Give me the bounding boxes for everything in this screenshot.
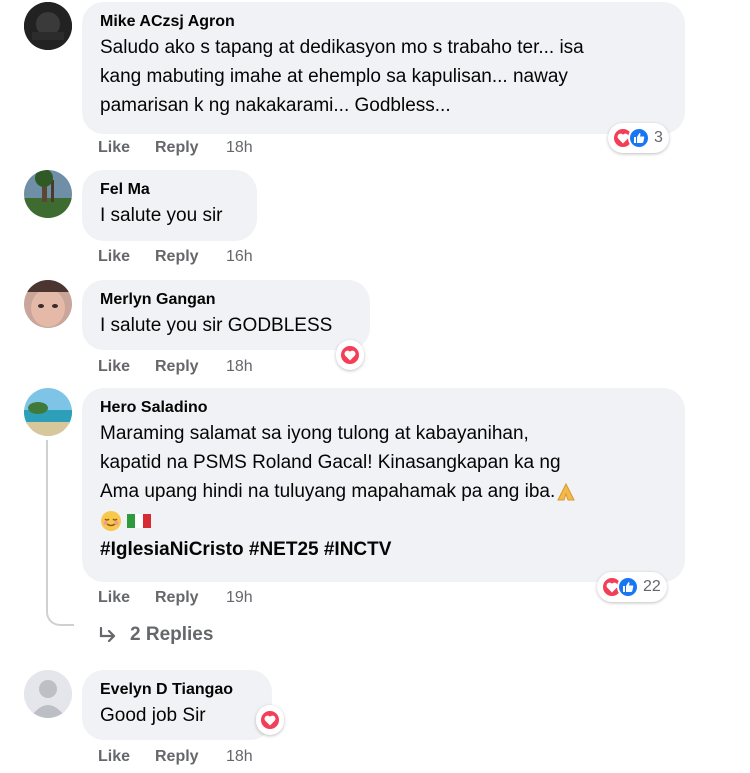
heart-icon xyxy=(259,709,281,731)
view-replies-button[interactable]: 2 Replies xyxy=(98,624,213,646)
reply-button[interactable]: Reply xyxy=(155,139,199,157)
avatar[interactable] xyxy=(24,388,72,436)
comment-line-text: Ama upang hindi na tuluyang mapahamak pa… xyxy=(100,481,556,502)
comment-text: Maraming salamat sa iyong tulong at kaba… xyxy=(100,419,667,564)
avatar[interactable] xyxy=(24,170,72,218)
timestamp[interactable]: 18h xyxy=(226,748,253,766)
avatar[interactable] xyxy=(24,280,72,328)
emoji-line xyxy=(100,506,667,535)
folded-hands-icon xyxy=(557,482,576,501)
comment-line: Ama upang hindi na tuluyang mapahamak pa… xyxy=(100,477,667,506)
comment-text: Saludo ako s tapang at dedikasyon mo s t… xyxy=(100,33,667,120)
comment-line: pamarisan k ng nakakarami... Godbless... xyxy=(100,95,451,116)
comment-author[interactable]: Mike ACzsj Agron xyxy=(100,11,667,33)
timestamp[interactable]: 18h xyxy=(226,139,253,157)
reaction-summary[interactable] xyxy=(336,340,364,370)
timestamp[interactable]: 19h xyxy=(226,589,253,607)
timestamp[interactable]: 16h xyxy=(226,248,253,266)
thumbs-up-icon xyxy=(628,127,650,149)
thread-curve xyxy=(46,610,74,626)
heart-icon xyxy=(339,344,361,366)
comment-bubble: Hero Saladino Maraming salamat sa iyong … xyxy=(82,388,685,582)
comment-text: I salute you sir GODBLESS xyxy=(100,315,333,336)
comment-author[interactable]: Evelyn D Tiangao xyxy=(100,679,254,701)
comment-bubble: Mike ACzsj Agron Saludo ako s tapang at … xyxy=(82,2,685,134)
like-button[interactable]: Like xyxy=(98,358,130,376)
replies-label: 2 Replies xyxy=(130,624,214,645)
comment-author[interactable]: Hero Saladino xyxy=(100,397,667,419)
comment-line: kang mabuting imahe at ehemplo sa kapuli… xyxy=(100,66,568,87)
comment-bubble: Fel Ma I salute you sir xyxy=(82,170,257,241)
hashtags[interactable]: #IglesiaNiCristo #NET25 #INCTV xyxy=(100,535,667,564)
avatar[interactable] xyxy=(24,670,72,718)
reaction-count: 22 xyxy=(643,578,661,595)
comment-bubble: Merlyn Gangan I salute you sir GODBLESS xyxy=(82,280,370,350)
thumbs-up-icon xyxy=(617,576,639,598)
thread-line xyxy=(46,440,48,612)
reply-button[interactable]: Reply xyxy=(155,748,199,766)
like-button[interactable]: Like xyxy=(98,248,130,266)
comment-text: I salute you sir xyxy=(100,205,223,226)
reply-button[interactable]: Reply xyxy=(155,589,199,607)
reply-arrow-icon xyxy=(99,626,116,643)
comment-text: Good job Sir xyxy=(100,705,206,726)
flag-italy-icon xyxy=(127,513,152,528)
reaction-count: 3 xyxy=(654,129,663,146)
like-button[interactable]: Like xyxy=(98,139,130,157)
comment-author[interactable]: Merlyn Gangan xyxy=(100,289,352,311)
comment-line: Maraming salamat sa iyong tulong at kaba… xyxy=(100,423,529,444)
reply-button[interactable]: Reply xyxy=(155,358,199,376)
like-button[interactable]: Like xyxy=(98,589,130,607)
like-button[interactable]: Like xyxy=(98,748,130,766)
reaction-summary[interactable] xyxy=(256,705,284,735)
comment-line: Saludo ako s tapang at dedikasyon mo s t… xyxy=(100,37,584,58)
reaction-summary[interactable]: 22 xyxy=(597,572,667,602)
timestamp[interactable]: 18h xyxy=(226,358,253,376)
reaction-summary[interactable]: 3 xyxy=(608,123,669,153)
comment-line: kapatid na PSMS Roland Gacal! Kinasangka… xyxy=(100,452,561,473)
relieved-face-icon xyxy=(101,510,121,531)
comment-bubble: Evelyn D Tiangao Good job Sir xyxy=(82,670,272,740)
avatar[interactable] xyxy=(24,2,72,50)
comment-author[interactable]: Fel Ma xyxy=(100,179,239,201)
reply-button[interactable]: Reply xyxy=(155,248,199,266)
